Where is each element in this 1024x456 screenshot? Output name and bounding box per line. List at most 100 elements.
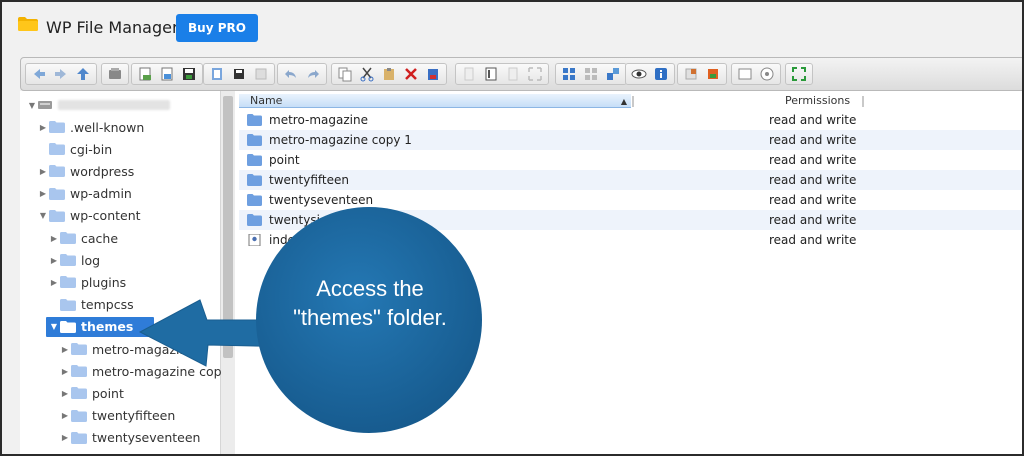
chevron-right-icon[interactable]: ▶	[48, 234, 60, 243]
buy-pro-button[interactable]: Buy PRO	[176, 14, 258, 42]
tree-item[interactable]: ▶ metro-magazine	[59, 339, 195, 359]
reload-icon[interactable]	[104, 65, 126, 83]
back-icon[interactable]	[28, 65, 50, 83]
file-row[interactable]: inde read and write	[239, 230, 1022, 250]
callout-line-2: "themes" folder.	[293, 305, 447, 330]
cut-icon[interactable]	[356, 65, 378, 83]
tree-item-label: wp-admin	[70, 186, 132, 202]
file-row[interactable]: twentyseventeen read and write	[239, 190, 1022, 210]
new-folder-icon[interactable]	[134, 65, 156, 83]
folder-icon	[60, 276, 76, 289]
tree-item[interactable]: ▶ twentyseventeen	[59, 428, 201, 448]
tree-item[interactable]: tempcss	[48, 295, 134, 315]
folder-icon	[49, 121, 65, 133]
chevron-right-icon[interactable]: ▶	[48, 278, 60, 287]
up-icon[interactable]	[72, 65, 94, 83]
folder-icon	[247, 174, 262, 186]
info-icon[interactable]	[650, 65, 672, 83]
select-all-icon[interactable]	[680, 65, 702, 83]
file-permissions: read and write	[769, 213, 857, 227]
select-group	[677, 63, 727, 85]
save-icon[interactable]	[156, 65, 178, 83]
folder-icon	[247, 114, 262, 126]
file-row[interactable]: twentyfifteen read and write	[239, 170, 1022, 190]
folder-icon	[60, 254, 76, 267]
chevron-down-icon[interactable]: ▼	[48, 322, 60, 331]
tree-item[interactable]: ▶ wordpress	[37, 161, 134, 181]
empty-icon[interactable]	[422, 65, 444, 83]
fullscreen-icon[interactable]	[788, 65, 810, 83]
help-icon[interactable]	[734, 65, 756, 83]
view-list-icon[interactable]	[580, 65, 602, 83]
folder-icon	[247, 134, 262, 146]
select-none-icon[interactable]	[702, 65, 724, 83]
callout-line-1: Access the	[316, 276, 424, 301]
tree-item-label: metro-magazine copy	[92, 363, 229, 379]
chevron-right-icon[interactable]: ▶	[59, 389, 71, 398]
file-row[interactable]: twentysi read and write	[239, 210, 1022, 230]
file-row[interactable]: metro-magazine copy 1 read and write	[239, 130, 1022, 150]
edit-icon[interactable]	[502, 65, 524, 83]
redo-icon[interactable]	[302, 65, 324, 83]
chevron-down-icon[interactable]: ▼	[37, 211, 49, 220]
tree-item[interactable]: cgi-bin	[37, 139, 112, 159]
drive-icon	[38, 101, 52, 109]
tree-item[interactable]: ▼ wp-content	[37, 206, 141, 226]
open-group	[203, 63, 275, 85]
root-label-redacted	[58, 100, 170, 110]
folder-open-icon	[60, 320, 76, 333]
tree-item[interactable]: ▶ metro-magazine copy	[59, 361, 229, 381]
tree-root[interactable]: ▼	[26, 95, 170, 115]
chevron-right-icon[interactable]: ▶	[59, 345, 71, 354]
name-column-label: Name	[250, 94, 283, 107]
chevron-right-icon[interactable]: ▶	[37, 167, 49, 176]
undo-icon[interactable]	[280, 65, 302, 83]
tree-item[interactable]: ▶ wp-admin	[37, 184, 132, 204]
sort-icon[interactable]	[602, 65, 624, 83]
folder-icon	[60, 298, 76, 311]
tree-item[interactable]: ▼ themes	[46, 316, 154, 337]
download-icon[interactable]	[228, 65, 250, 83]
file-name: point	[269, 153, 300, 167]
tree-item[interactable]: ▶ plugins	[48, 272, 126, 292]
preview-icon[interactable]	[628, 65, 650, 83]
tree-item-label: twentyseventeen	[92, 430, 201, 446]
file-row[interactable]: point read and write	[239, 150, 1022, 170]
tree-item-label: wordpress	[70, 163, 135, 179]
column-resizer[interactable]	[632, 96, 634, 107]
rename-icon[interactable]	[480, 65, 502, 83]
column-resizer[interactable]	[862, 96, 864, 107]
floppy-icon[interactable]	[178, 65, 200, 83]
chevron-right-icon[interactable]: ▶	[37, 189, 49, 198]
upload-icon[interactable]	[250, 65, 272, 83]
view-icons-icon[interactable]	[558, 65, 580, 83]
file-row[interactable]: metro-magazine read and write	[239, 110, 1022, 130]
info-group	[625, 63, 675, 85]
folder-icon	[60, 232, 76, 244]
tree-item[interactable]: ▶ point	[59, 383, 124, 403]
permissions-column-header[interactable]: Permissions	[785, 94, 850, 108]
chevron-right-icon[interactable]: ▶	[37, 123, 49, 132]
tree-item[interactable]: ▶ cache	[48, 228, 118, 248]
forward-icon[interactable]	[50, 65, 72, 83]
open-icon[interactable]	[206, 65, 228, 83]
chevron-right-icon[interactable]: ▶	[48, 256, 60, 265]
folder-tree: ▼ ▶ .well-known cgi-bin ▶ wordpress ▶ wp-admin…	[20, 91, 229, 454]
chevron-down-icon[interactable]: ▼	[26, 101, 38, 110]
chevron-right-icon[interactable]: ▶	[59, 433, 71, 442]
copy-icon[interactable]	[334, 65, 356, 83]
tree-scrollbar-thumb[interactable]	[223, 96, 233, 358]
folder-icon	[49, 165, 65, 178]
tree-item[interactable]: ▶ twentyfifteen	[59, 406, 175, 426]
tree-item[interactable]: ▶ log	[48, 250, 100, 270]
folder-icon	[247, 154, 262, 166]
name-column-header[interactable]: Name ▲	[239, 94, 631, 108]
resize-icon[interactable]	[524, 65, 546, 83]
chevron-right-icon[interactable]: ▶	[59, 367, 71, 376]
chevron-right-icon[interactable]: ▶	[59, 411, 71, 420]
settings-icon[interactable]	[756, 65, 778, 83]
tree-item[interactable]: ▶ .well-known	[37, 117, 144, 137]
delete-icon[interactable]	[400, 65, 422, 83]
paste-icon[interactable]	[378, 65, 400, 83]
duplicate-icon[interactable]	[458, 65, 480, 83]
